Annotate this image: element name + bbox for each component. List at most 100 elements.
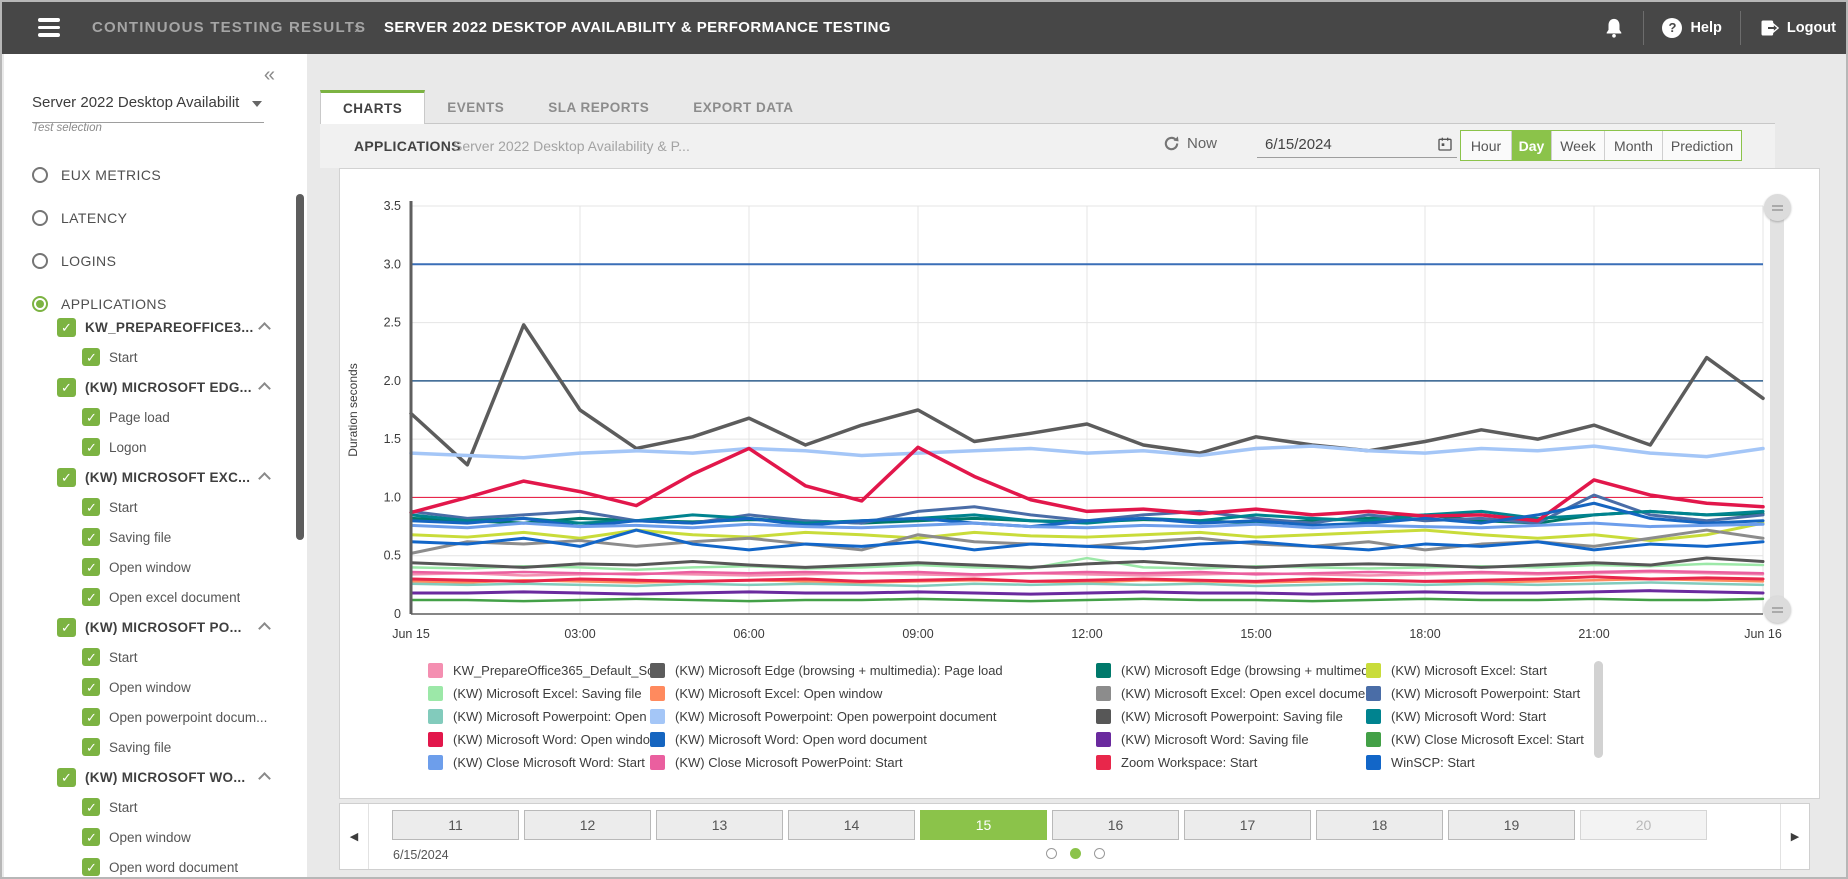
next-days-arrow[interactable]: ▶ [1780, 804, 1809, 869]
legend-item-word-open-window[interactable]: (KW) Microsoft Word: Open window [428, 728, 650, 751]
tree-item-saving-file[interactable]: Saving file [4, 732, 307, 762]
day-button-19[interactable]: 19 [1448, 810, 1575, 840]
checkbox-checked-icon[interactable] [82, 408, 100, 426]
checkbox-checked-icon[interactable] [82, 648, 100, 666]
day-button-12[interactable]: 12 [524, 810, 651, 840]
pagination-dot-1[interactable] [1046, 848, 1057, 859]
tree-item-start[interactable]: Start [4, 342, 307, 372]
refresh-now-button[interactable]: Now [1163, 135, 1217, 152]
tree-item-open-window[interactable]: Open window [4, 672, 307, 702]
range-button-day[interactable]: Day [1512, 131, 1552, 160]
range-button-month[interactable]: Month [1605, 131, 1663, 160]
day-button-16[interactable]: 16 [1052, 810, 1179, 840]
day-button-11[interactable]: 11 [392, 810, 519, 840]
breadcrumb-root[interactable]: CONTINUOUS TESTING RESULTS [92, 19, 366, 36]
range-button-prediction[interactable]: Prediction [1663, 131, 1741, 160]
range-button-week[interactable]: Week [1552, 131, 1605, 160]
test-select-dropdown[interactable]: Server 2022 Desktop Availabilit... [32, 94, 264, 123]
checkbox-checked-icon[interactable] [82, 348, 100, 366]
legend-item-excel-open-window[interactable]: (KW) Microsoft Excel: Open window [650, 682, 1096, 705]
tree-item-open-excel-document[interactable]: Open excel document [4, 582, 307, 612]
tree-item-page-load[interactable]: Page load [4, 402, 307, 432]
checkbox-checked-icon[interactable] [82, 588, 100, 606]
pagination-dot-2[interactable] [1070, 848, 1081, 859]
y-zoom-slider-track[interactable] [1770, 207, 1784, 609]
day-button-18[interactable]: 18 [1316, 810, 1443, 840]
sidebar-collapse-icon[interactable]: « [264, 64, 275, 87]
tree-item-start[interactable]: Start [4, 492, 307, 522]
calendar-icon[interactable] [1437, 136, 1453, 152]
tree-item-saving-file[interactable]: Saving file [4, 522, 307, 552]
day-button-15[interactable]: 15 [920, 810, 1047, 840]
legend-item-close-powerpoint-start[interactable]: (KW) Close Microsoft PowerPoint: Start [650, 751, 1096, 774]
date-input[interactable]: 6/15/2024 [1257, 132, 1457, 158]
legend-item-edge-page-load[interactable]: (KW) Microsoft Edge (browsing + multimed… [650, 659, 1096, 682]
legend-item-word-start[interactable]: (KW) Microsoft Word: Start [1366, 705, 1648, 728]
legend-item-zoom-workspace-start[interactable]: Zoom Workspace: Start [1096, 751, 1366, 774]
legend-item-winscp-start[interactable]: WinSCP: Start [1366, 751, 1648, 774]
tree-item-open-window[interactable]: Open window [4, 552, 307, 582]
checkbox-checked-icon[interactable] [82, 498, 100, 516]
tree-group-kw-microsoft-po[interactable]: (KW) MICROSOFT PO... [4, 612, 307, 642]
range-button-hour[interactable]: Hour [1461, 131, 1512, 160]
checkbox-checked-icon[interactable] [57, 618, 76, 637]
logout-button[interactable]: Logout [1759, 18, 1836, 38]
checkbox-checked-icon[interactable] [57, 468, 76, 487]
tree-item-open-powerpoint-docum[interactable]: Open powerpoint docum... [4, 702, 307, 732]
tab-sla-reports[interactable]: SLA REPORTS [526, 93, 671, 123]
tree-group-kw-prepareoffice3[interactable]: KW_PREPAREOFFICE3... [4, 312, 307, 342]
y-zoom-slider-handle-top[interactable] [1764, 194, 1791, 221]
tree-group-kw-microsoft-wo[interactable]: (KW) MICROSOFT WO... [4, 762, 307, 792]
checkbox-checked-icon[interactable] [82, 708, 100, 726]
help-button[interactable]: ? Help [1662, 18, 1721, 38]
day-button-14[interactable]: 14 [788, 810, 915, 840]
tree-item-logon[interactable]: Logon [4, 432, 307, 462]
checkbox-checked-icon[interactable] [57, 318, 76, 337]
day-button-17[interactable]: 17 [1184, 810, 1311, 840]
tree-item-open-window[interactable]: Open window [4, 822, 307, 852]
checkbox-checked-icon[interactable] [82, 438, 100, 456]
legend-item-close-word-start[interactable]: (KW) Close Microsoft Word: Start [428, 751, 650, 774]
legend-item-close-excel-start[interactable]: (KW) Close Microsoft Excel: Start [1366, 728, 1648, 751]
legend-item-excel-saving-file[interactable]: (KW) Microsoft Excel: Saving file [428, 682, 650, 705]
checkbox-checked-icon[interactable] [82, 738, 100, 756]
chevron-up-icon[interactable] [258, 472, 271, 485]
checkbox-checked-icon[interactable] [57, 378, 76, 397]
sidebar-scrollbar[interactable] [296, 194, 304, 540]
sidebar-item-logins[interactable]: LOGINS [32, 250, 167, 271]
tree-item-start[interactable]: Start [4, 642, 307, 672]
sidebar-item-latency[interactable]: LATENCY [32, 207, 167, 228]
legend-item-powerpoint-start[interactable]: (KW) Microsoft Powerpoint: Start [1366, 682, 1648, 705]
legend-item-powerpoint-open-powerpoint-document[interactable]: (KW) Microsoft Powerpoint: Open powerpoi… [650, 705, 1096, 728]
legend-item-prepareoffice365-start[interactable]: KW_PrepareOffice365_Default_Script: Star… [428, 659, 650, 682]
pagination-dot-3[interactable] [1094, 848, 1105, 859]
legend-item-word-saving-file[interactable]: (KW) Microsoft Word: Saving file [1096, 728, 1366, 751]
chevron-up-icon[interactable] [258, 322, 271, 335]
notifications-bell-icon[interactable] [1603, 16, 1625, 40]
previous-days-arrow[interactable]: ◀ [340, 804, 369, 869]
line-chart[interactable]: 00.51.01.52.02.53.03.5Jun 1503:0006:0009… [340, 169, 1819, 649]
day-button-13[interactable]: 13 [656, 810, 783, 840]
checkbox-checked-icon[interactable] [82, 828, 100, 846]
checkbox-checked-icon[interactable] [57, 768, 76, 787]
sidebar-item-applications[interactable]: APPLICATIONS [32, 293, 167, 314]
tree-item-start[interactable]: Start [4, 792, 307, 822]
legend-item-excel-open-excel-document[interactable]: (KW) Microsoft Excel: Open excel documen… [1096, 682, 1366, 705]
legend-scrollbar[interactable] [1594, 661, 1603, 758]
checkbox-checked-icon[interactable] [82, 798, 100, 816]
tree-group-kw-microsoft-exc[interactable]: (KW) MICROSOFT EXC... [4, 462, 307, 492]
legend-item-word-open-word-document[interactable]: (KW) Microsoft Word: Open word document [650, 728, 1096, 751]
chevron-up-icon[interactable] [258, 772, 271, 785]
chevron-up-icon[interactable] [258, 382, 271, 395]
tab-events[interactable]: EVENTS [425, 93, 526, 123]
checkbox-checked-icon[interactable] [82, 678, 100, 696]
y-zoom-slider-handle-bottom[interactable] [1764, 596, 1791, 623]
sidebar-item-eux-metrics[interactable]: EUX METRICS [32, 164, 167, 185]
legend-item-powerpoint-open-window[interactable]: (KW) Microsoft Powerpoint: Open window [428, 705, 650, 728]
tab-charts[interactable]: CHARTS [320, 90, 425, 124]
checkbox-checked-icon[interactable] [82, 858, 100, 876]
tab-export-data[interactable]: EXPORT DATA [671, 93, 815, 123]
legend-item-excel-start[interactable]: (KW) Microsoft Excel: Start [1366, 659, 1648, 682]
tree-group-kw-microsoft-edg[interactable]: (KW) MICROSOFT EDG... [4, 372, 307, 402]
chevron-up-icon[interactable] [258, 622, 271, 635]
